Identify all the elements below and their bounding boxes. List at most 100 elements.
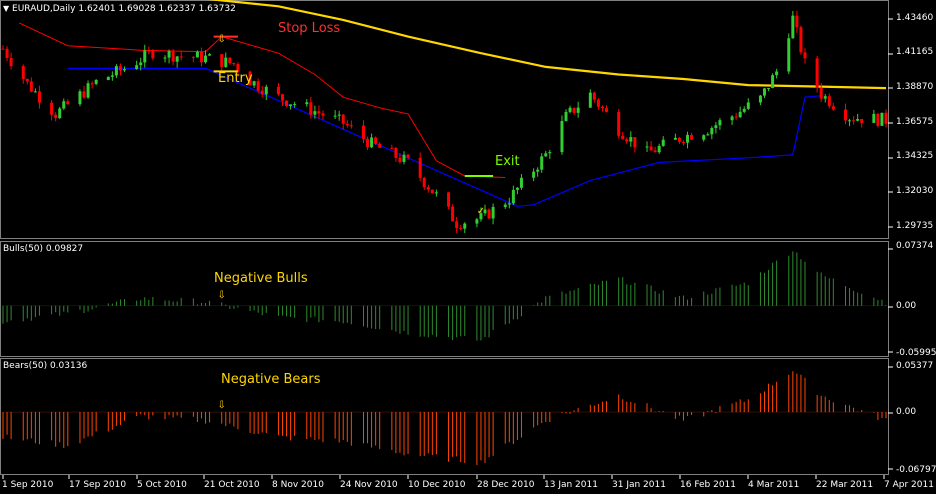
candle-body <box>106 76 110 80</box>
bears-histogram <box>2 371 887 466</box>
candle-body <box>451 206 455 222</box>
candle-body <box>633 137 637 148</box>
candle-body <box>843 109 847 121</box>
candle-body <box>795 15 799 28</box>
candle-body <box>617 111 621 136</box>
bears-indicator-label: Bears(50) 0.03136 <box>3 361 88 371</box>
candle-body <box>430 189 434 194</box>
candle-body <box>118 66 122 71</box>
candle-body <box>588 92 592 108</box>
entry-annotation: Entry <box>218 71 253 86</box>
candle-body <box>507 203 511 205</box>
candle-body <box>9 58 13 67</box>
candle-body <box>787 38 791 72</box>
candle-body <box>33 91 37 93</box>
candle-body <box>819 87 823 99</box>
bulls-axis-label: -0.05995 <box>896 348 936 358</box>
candle-body <box>143 50 147 63</box>
candle-body <box>345 123 349 126</box>
candle-body <box>487 209 491 219</box>
candle-body <box>232 63 236 65</box>
price-axis-label: 1.32030 <box>896 186 934 196</box>
bulls-histogram <box>2 251 887 341</box>
candle-body <box>827 96 831 107</box>
bulls-axis-label: 0.00 <box>896 301 917 311</box>
candle-body <box>803 52 807 59</box>
candle-body <box>544 153 548 157</box>
candle-body <box>767 88 771 90</box>
candle-body <box>139 62 143 66</box>
candle-body <box>66 101 70 105</box>
candle-body <box>309 102 313 115</box>
candle-body <box>289 104 293 106</box>
candle-body <box>856 118 860 121</box>
price-pane-border <box>0 0 889 239</box>
candle-body <box>37 91 41 103</box>
candle-body <box>280 94 284 101</box>
candle-body <box>90 83 94 85</box>
candle-body <box>163 57 167 59</box>
candle-body <box>228 57 232 64</box>
symbol-ohlc-label: EURAUD,Daily 1.62401 1.69028 1.62337 1.6… <box>12 4 236 14</box>
candle-body <box>123 69 127 71</box>
candle-body <box>224 57 228 67</box>
candle-body <box>208 54 212 56</box>
candle-body <box>378 143 382 148</box>
candle-body <box>548 152 552 154</box>
candle-body <box>823 96 827 99</box>
candle-body <box>564 111 568 122</box>
bulls-axis-label: 0.07374 <box>896 241 934 251</box>
time-axis-label: 4 Mar 2011 <box>748 480 800 490</box>
bears-arrow-icon: ⇩ <box>218 400 226 411</box>
negative-bears-annotation: Negative Bears <box>221 372 321 387</box>
axis-ticks <box>2 18 893 479</box>
candle-body <box>179 56 183 58</box>
candle-body <box>58 108 62 119</box>
candle-body <box>62 101 66 109</box>
moving-average-line <box>207 0 887 90</box>
candle-body <box>171 51 175 62</box>
candle-body <box>605 108 609 112</box>
candle-body <box>625 139 629 142</box>
candle-body <box>78 91 82 105</box>
candle-body <box>576 107 580 113</box>
time-axis-label: 28 Dec 2010 <box>477 480 535 490</box>
candle-body <box>151 50 155 59</box>
candle-body <box>264 86 268 95</box>
candle-body <box>1 48 5 50</box>
candle-body <box>94 79 98 84</box>
candle-body <box>734 116 738 118</box>
stop-loss-annotation: Stop Loss <box>278 21 341 36</box>
candle-body <box>317 111 321 114</box>
candle-body <box>361 125 365 139</box>
candle-body <box>762 88 766 96</box>
candle-body <box>86 83 90 98</box>
candle-body <box>305 102 309 105</box>
time-axis-label: 17 Sep 2010 <box>69 480 127 490</box>
candle-body <box>596 99 600 107</box>
candle-body <box>29 81 33 92</box>
candle-body <box>572 107 576 113</box>
candle-body <box>260 90 264 95</box>
candle-body <box>50 102 54 115</box>
candle-body <box>568 107 572 112</box>
time-axis-label: 7 Apr 2011 <box>884 480 934 490</box>
candle-body <box>714 125 718 129</box>
candle-body <box>370 137 374 148</box>
candle-body <box>114 66 118 76</box>
time-axis-label: 10 Dec 2010 <box>408 480 466 490</box>
candle-body <box>791 15 795 39</box>
dropdown-triangle-icon[interactable]: ▼ <box>3 4 9 13</box>
candle-body <box>645 146 649 148</box>
candle-body <box>220 54 224 67</box>
candle-body <box>746 102 750 109</box>
negative-bulls-annotation: Negative Bulls <box>214 271 308 286</box>
candle-body <box>649 146 653 151</box>
trading-chart[interactable]: ⇩ ⇩ ⇩ ✓ <box>0 0 936 494</box>
time-axis-label: 24 Nov 2010 <box>340 480 398 490</box>
candle-body <box>337 114 341 116</box>
candle-body <box>503 204 507 207</box>
candle-body <box>333 115 337 117</box>
price-axis-label: 1.36575 <box>896 117 934 127</box>
candle-body <box>204 55 208 63</box>
